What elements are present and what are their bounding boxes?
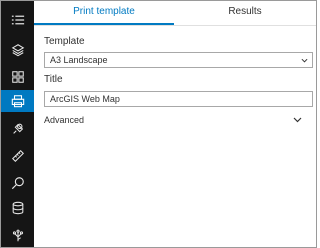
print-panel: Print template Results Template A3 Lands… — [34, 1, 316, 247]
rail-item-data[interactable] — [1, 197, 34, 219]
rail-item-bookmarks[interactable] — [1, 118, 34, 140]
template-label: Template — [44, 36, 85, 47]
rail-item-measure[interactable] — [1, 145, 34, 167]
template-select[interactable]: A3 Landscape — [44, 52, 313, 68]
bookmark-icon — [12, 123, 23, 134]
rail-item-basemap-gallery[interactable] — [1, 66, 34, 88]
share-icon — [12, 229, 23, 242]
list-icon — [11, 15, 24, 25]
app-window: Print template Results Template A3 Lands… — [0, 0, 317, 248]
chevron-down-icon — [293, 117, 302, 123]
template-select-value: A3 Landscape — [50, 55, 108, 65]
measure-icon — [11, 150, 24, 162]
title-input[interactable]: ArcGIS Web Map — [44, 91, 313, 107]
advanced-section-toggle[interactable]: Advanced — [44, 113, 306, 127]
rail-item-search[interactable] — [1, 172, 34, 194]
tab-results[interactable]: Results — [174, 1, 316, 23]
advanced-label: Advanced — [44, 115, 85, 125]
database-icon — [12, 201, 23, 215]
rail-item-share[interactable] — [1, 225, 34, 247]
rail-item-list[interactable] — [1, 9, 34, 31]
basemap-gallery-icon — [11, 71, 24, 83]
print-icon — [11, 95, 24, 108]
tab-bar: Print template Results — [34, 1, 316, 26]
rail-item-layers[interactable] — [1, 39, 34, 61]
title-label: Title — [44, 74, 63, 85]
layers-icon — [11, 44, 24, 57]
search-icon — [11, 177, 24, 190]
rail-item-print[interactable] — [1, 90, 34, 112]
tool-rail — [1, 1, 34, 247]
chevron-down-icon — [301, 58, 308, 63]
tab-print-template[interactable]: Print template — [34, 1, 174, 25]
